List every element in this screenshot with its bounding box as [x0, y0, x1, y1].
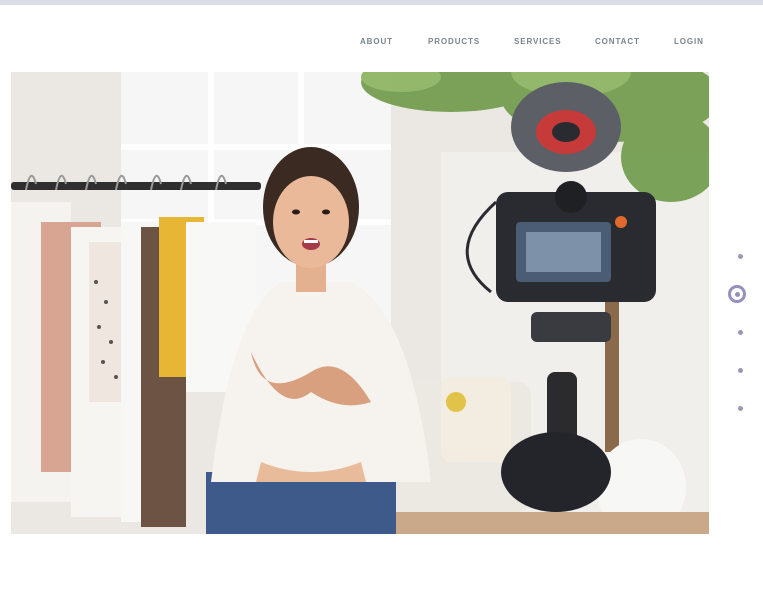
- nav-link-contact[interactable]: CONTACT: [595, 37, 640, 46]
- slider-dot-1[interactable]: [737, 254, 743, 259]
- nav-link-products[interactable]: PRODUCTS: [428, 37, 480, 46]
- slider-dot-active[interactable]: [728, 285, 746, 303]
- top-strip: [0, 0, 763, 5]
- slider-dot-5[interactable]: [737, 406, 743, 411]
- hero-illustration: [11, 72, 709, 534]
- hero-image: [11, 72, 709, 534]
- nav-link-about[interactable]: ABOUT: [360, 37, 393, 46]
- nav-link-services[interactable]: SERVICES: [514, 37, 562, 46]
- main-nav: ABOUT PRODUCTS SERVICES CONTACT LOGIN: [0, 37, 763, 49]
- nav-link-login[interactable]: LOGIN: [674, 37, 704, 46]
- slider-pagination: [725, 245, 755, 420]
- slider-dot-4[interactable]: [737, 368, 743, 373]
- slider-dot-3[interactable]: [737, 330, 743, 335]
